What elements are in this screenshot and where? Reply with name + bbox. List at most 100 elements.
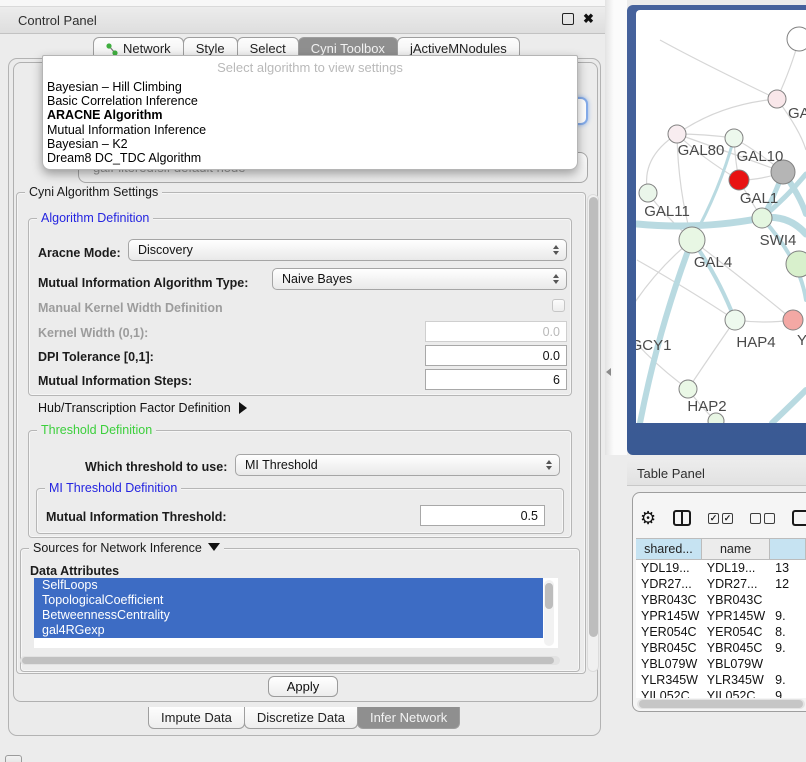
- network-edge: [692, 240, 793, 320]
- table-row[interactable]: YPR145WYPR145W9.: [636, 608, 806, 624]
- attributes-scrollbar-thumb[interactable]: [545, 583, 553, 609]
- combo-arrows-icon: [553, 245, 559, 255]
- node-label: GAL11: [644, 203, 690, 220]
- panel-divider[interactable]: [605, 0, 627, 455]
- mi-algorithm-type-value: Naive Bayes: [282, 272, 352, 286]
- mi-threshold-label: Mutual Information Threshold:: [46, 510, 227, 524]
- aracne-mode-combobox[interactable]: Discovery: [128, 239, 567, 261]
- network-canvas[interactable]: GALGAL80GAL10GAL1GAL11SWI4GAL4HAP4GCY1HA…: [636, 10, 806, 423]
- table-row[interactable]: YDL19...YDL19...13: [636, 560, 806, 576]
- which-threshold-combobox[interactable]: MI Threshold: [235, 454, 560, 476]
- apply-button[interactable]: Apply: [268, 676, 338, 697]
- manual-kernel-checkbox[interactable]: [552, 299, 565, 312]
- dpi-tolerance-label: DPI Tolerance [0,1]:: [38, 350, 154, 364]
- table-cell: YLR345W: [702, 672, 770, 688]
- network-node[interactable]: [787, 27, 806, 51]
- data-attributes-list[interactable]: SelfLoopsTopologicalCoefficientBetweenne…: [34, 578, 558, 648]
- table-row[interactable]: YIL052CYIL052C9: [636, 688, 806, 698]
- attribute-item[interactable]: TopologicalCoefficient: [34, 593, 543, 608]
- table-cell: YDR27...: [702, 576, 770, 592]
- network-node[interactable]: [679, 380, 697, 398]
- table-row[interactable]: YDR27...YDR27...12: [636, 576, 806, 592]
- table-cell: YPR145W: [702, 608, 770, 624]
- mi-algorithm-type-label: Mutual Information Algorithm Type:: [38, 276, 248, 290]
- node-label: GAL1: [740, 190, 778, 207]
- bottom-corner-icon[interactable]: [5, 755, 22, 762]
- network-node[interactable]: [679, 227, 705, 253]
- network-edge: [688, 320, 735, 389]
- gear-icon[interactable]: ⚙: [640, 509, 656, 527]
- table-row[interactable]: YLR345WYLR345W9.: [636, 672, 806, 688]
- which-threshold-label: Which threshold to use:: [85, 460, 227, 474]
- tab-label: Style: [196, 41, 225, 56]
- node-label: GAL80: [678, 142, 725, 159]
- tab-label: Cyni Toolbox: [311, 41, 385, 56]
- network-node[interactable]: [729, 170, 749, 190]
- clipped-toolbar-icon[interactable]: [792, 510, 806, 526]
- select-all-columns-icon[interactable]: ✓ ✓: [708, 513, 733, 524]
- table-column-header[interactable]: name: [702, 538, 771, 560]
- algorithm-item[interactable]: Basic Correlation Inference: [43, 94, 577, 108]
- attribute-item[interactable]: SelfLoops: [34, 578, 543, 593]
- mi-steps-field[interactable]: 6: [425, 369, 567, 390]
- algorithm-placeholder: Select algorithm to view settings: [43, 56, 577, 80]
- settings-scrollbar-thumb[interactable]: [589, 197, 598, 637]
- table-row[interactable]: YBR043CYBR043C: [636, 592, 806, 608]
- node-label: SWI4: [760, 232, 797, 249]
- network-node[interactable]: [752, 208, 772, 228]
- hub-definition-label: Hub/Transcription Factor Definition: [38, 401, 231, 415]
- table-cell: YBL079W: [702, 656, 770, 672]
- attributes-hscrollbar-thumb[interactable]: [22, 657, 554, 664]
- tab-impute-data[interactable]: Impute Data: [148, 707, 245, 729]
- close-icon[interactable]: ✖: [583, 11, 594, 27]
- table-row[interactable]: YBL079WYBL079W: [636, 656, 806, 672]
- mi-threshold-field[interactable]: 0.5: [420, 505, 545, 526]
- algorithm-item[interactable]: Mutual Information Inference: [43, 123, 577, 137]
- table-cell: YER054C: [636, 624, 702, 640]
- table-cell: YIL052C: [636, 688, 702, 698]
- network-node[interactable]: [768, 90, 786, 108]
- columns-icon[interactable]: [673, 510, 691, 526]
- algorithm-definition-title: Algorithm Definition: [37, 211, 153, 225]
- network-node[interactable]: [725, 129, 743, 147]
- algorithm-item[interactable]: Bayesian – Hill Climbing: [43, 80, 577, 94]
- algorithm-item[interactable]: Dream8 DC_TDC Algorithm: [43, 151, 577, 165]
- mi-threshold-value: 0.5: [521, 509, 538, 523]
- node-table[interactable]: shared...nameYDL19...YDL19...13YDR27...Y…: [636, 538, 806, 698]
- table-cell: 13: [770, 560, 806, 576]
- algorithm-item[interactable]: ARACNE Algorithm: [43, 108, 577, 122]
- network-node[interactable]: [783, 310, 803, 330]
- table-cell: YBL079W: [636, 656, 702, 672]
- expander-expanded-icon: [208, 543, 220, 551]
- aracne-mode-label: Aracne Mode:: [38, 246, 121, 260]
- tab-infer-network[interactable]: Infer Network: [357, 707, 460, 729]
- mi-algorithm-type-combobox[interactable]: Naive Bayes: [272, 268, 567, 290]
- network-node[interactable]: [668, 125, 686, 143]
- table-column-header[interactable]: shared...: [636, 538, 702, 560]
- network-node[interactable]: [725, 310, 745, 330]
- network-edge-thick: [772, 390, 806, 423]
- attribute-item[interactable]: BetweennessCentrality: [34, 608, 543, 623]
- deselect-all-columns-icon[interactable]: [750, 513, 775, 524]
- tab-discretize-data[interactable]: Discretize Data: [244, 707, 358, 729]
- table-column-header[interactable]: [770, 538, 806, 560]
- hub-definition-expander[interactable]: Hub/Transcription Factor Definition: [38, 401, 247, 415]
- table-row[interactable]: YER054CYER054C8.: [636, 624, 806, 640]
- node-label: GAL4: [694, 254, 732, 271]
- threshold-definition-title: Threshold Definition: [37, 423, 156, 437]
- table-hscrollbar-thumb[interactable]: [639, 700, 803, 708]
- dpi-tolerance-field[interactable]: 0.0: [425, 345, 567, 366]
- table-row[interactable]: YBR045CYBR045C9.: [636, 640, 806, 656]
- kernel-width-field[interactable]: 0.0: [425, 321, 567, 342]
- algorithm-item[interactable]: Bayesian – K2: [43, 137, 577, 151]
- network-node[interactable]: [639, 184, 657, 202]
- table-cell: YBR045C: [636, 640, 702, 656]
- attribute-item[interactable]: gal4RGexp: [34, 623, 543, 638]
- divider-collapse-icon[interactable]: [606, 368, 611, 376]
- table-cell: 8.: [770, 624, 806, 640]
- table-cell: YIL052C: [702, 688, 770, 698]
- tab-label: jActiveMNodules: [410, 41, 507, 56]
- mi-steps-value: 6: [553, 373, 560, 387]
- unchecked-box-icon: [750, 513, 761, 524]
- float-window-icon[interactable]: [562, 13, 574, 25]
